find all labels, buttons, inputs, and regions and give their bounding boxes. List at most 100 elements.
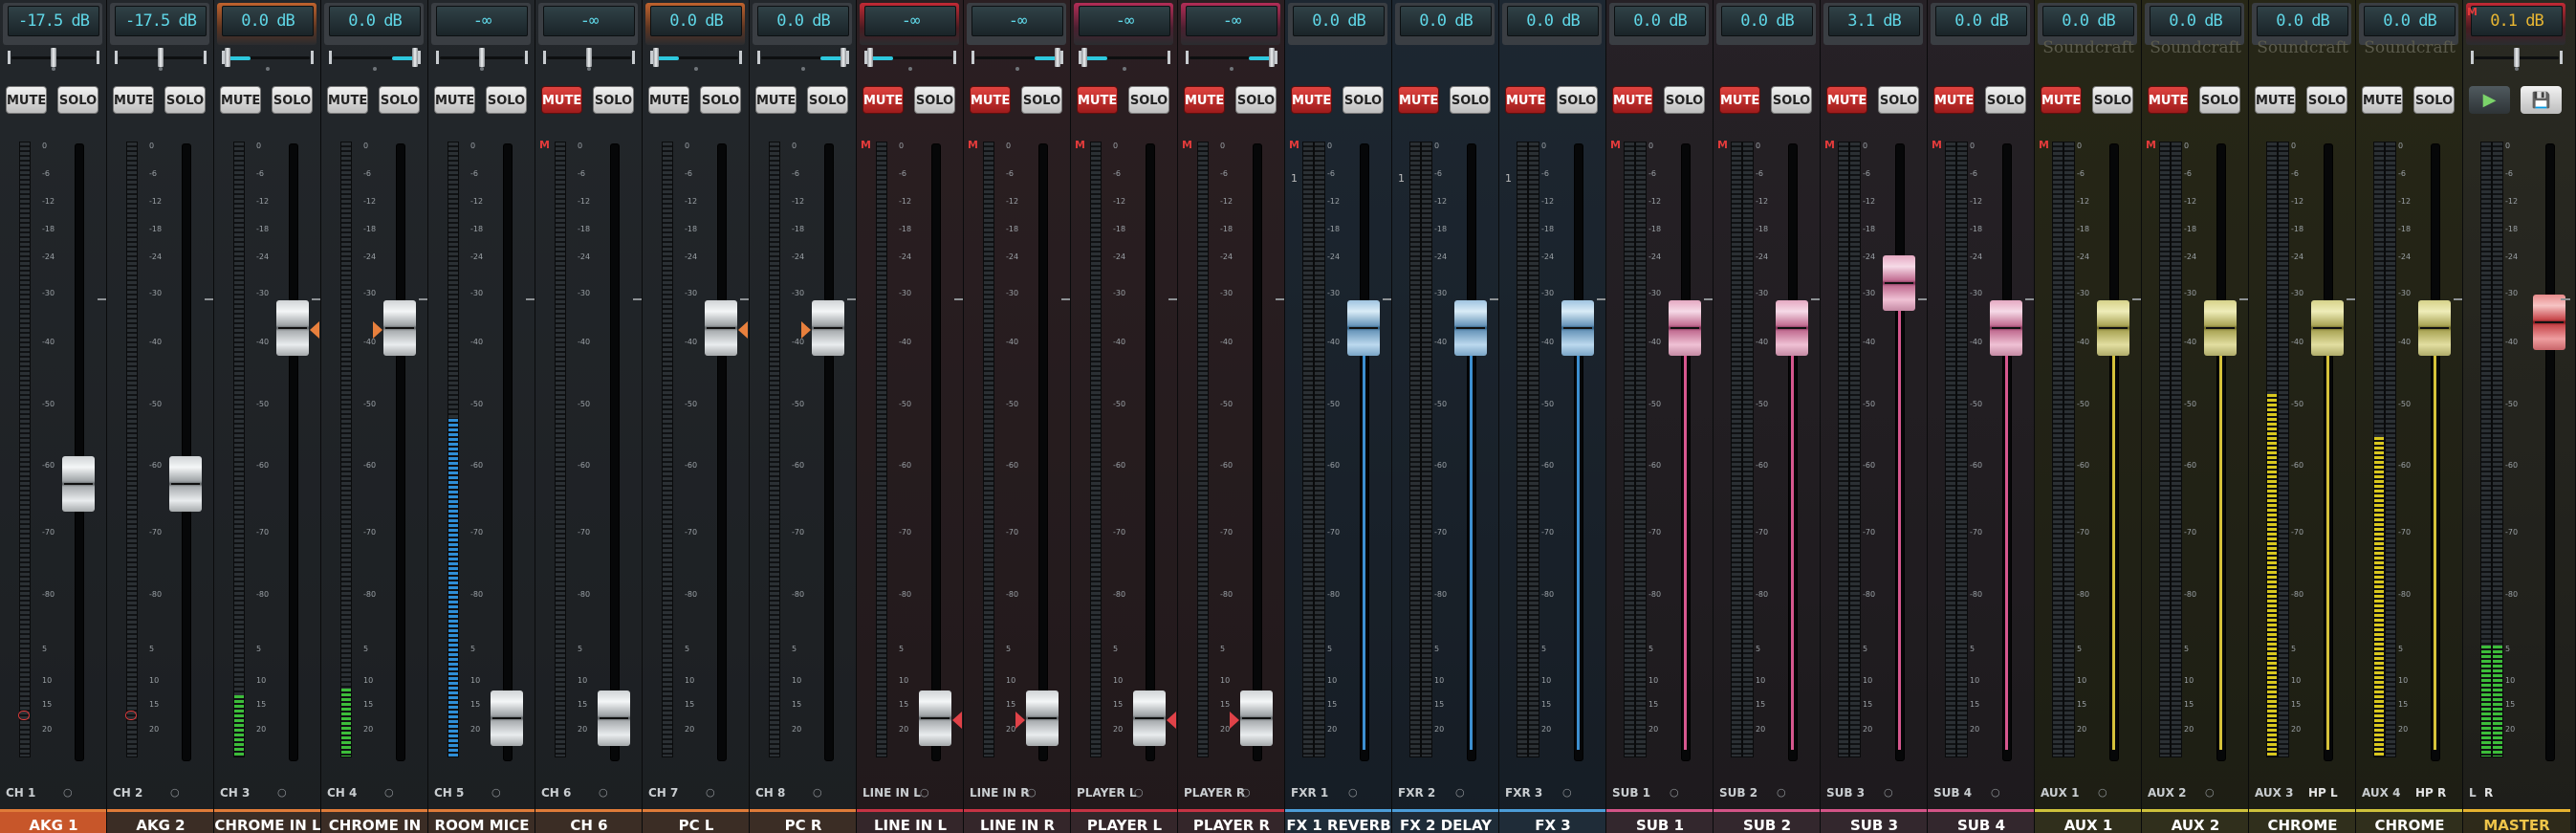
fader-cap[interactable] — [2204, 299, 2237, 356]
fader-cap[interactable] — [62, 456, 95, 513]
solo-button[interactable]: SOLO — [272, 86, 313, 114]
fader-cap[interactable] — [276, 299, 309, 356]
gain-display[interactable]: 0.0 dB — [1400, 6, 1492, 36]
channel-name[interactable]: LINE IN R — [964, 809, 1070, 833]
pan-knob[interactable] — [412, 48, 418, 67]
fader-track[interactable] — [182, 143, 191, 761]
fader-track[interactable] — [503, 143, 513, 761]
fader-cap[interactable] — [1883, 254, 1915, 311]
fader-track[interactable] — [289, 143, 298, 761]
gain-display[interactable]: -∞ — [971, 6, 1063, 36]
mute-button[interactable]: MUTE — [2148, 86, 2189, 114]
pan-knob[interactable] — [225, 48, 230, 67]
fader-track[interactable] — [717, 143, 727, 761]
mute-button[interactable]: MUTE — [1184, 86, 1225, 114]
fader-cap[interactable] — [1669, 299, 1701, 356]
channel-name[interactable]: CHROME IN L — [214, 809, 320, 833]
pan-slider[interactable] — [971, 48, 1063, 71]
gain-display[interactable]: 0.0 dB — [650, 6, 742, 36]
fader-cap[interactable] — [383, 299, 416, 356]
solo-button[interactable]: SOLO — [1450, 86, 1491, 114]
pan-knob[interactable] — [653, 48, 659, 67]
solo-button[interactable]: SOLO — [1771, 86, 1812, 114]
gain-display[interactable]: 0.0 dB — [1293, 6, 1385, 36]
pan-knob[interactable] — [51, 48, 56, 67]
fader-track[interactable] — [1253, 143, 1262, 761]
solo-button[interactable]: SOLO — [700, 86, 741, 114]
fader-cap[interactable] — [169, 456, 202, 513]
pan-knob[interactable] — [840, 48, 846, 67]
pan-slider[interactable] — [436, 48, 528, 71]
gain-display[interactable]: -17.5 dB — [8, 6, 99, 36]
solo-button[interactable]: SOLO — [1985, 86, 2026, 114]
fader-track[interactable] — [931, 143, 941, 761]
mute-button[interactable]: MUTE — [2041, 86, 2082, 114]
pan-slider[interactable] — [1186, 48, 1277, 71]
pan-knob[interactable] — [1269, 48, 1275, 67]
pan-knob[interactable] — [586, 48, 592, 67]
fader-cap[interactable] — [919, 691, 951, 747]
gain-display[interactable]: 0.0 dB — [222, 6, 314, 36]
channel-name[interactable]: ROOM MICE — [428, 809, 535, 833]
gain-display[interactable]: 3.1 dB — [1828, 6, 1920, 36]
save-button[interactable]: 💾 — [2521, 86, 2562, 114]
pan-slider[interactable] — [757, 48, 849, 71]
fader-cap[interactable] — [1990, 299, 2022, 356]
solo-button[interactable]: SOLO — [1235, 86, 1277, 114]
gain-display[interactable]: -∞ — [543, 6, 635, 36]
channel-name[interactable]: FX 1 REVERB — [1285, 809, 1391, 833]
solo-button[interactable]: SOLO — [2306, 86, 2347, 114]
solo-button[interactable]: SOLO — [807, 86, 848, 114]
channel-name[interactable]: PLAYER R — [1178, 809, 1284, 833]
gain-display[interactable]: -∞ — [1079, 6, 1170, 36]
mute-button[interactable]: MUTE — [2255, 86, 2296, 114]
mute-button[interactable]: MUTE — [220, 86, 261, 114]
channel-name[interactable]: PLAYER L — [1071, 809, 1177, 833]
pan-slider[interactable] — [1079, 48, 1170, 71]
channel-name[interactable]: FX 2 DELAY — [1392, 809, 1498, 833]
pan-slider[interactable] — [543, 48, 635, 71]
gain-display[interactable]: 0.0 dB — [2042, 6, 2134, 36]
channel-name[interactable]: CHROME OUT L — [2249, 809, 2355, 833]
gain-display[interactable]: 0.0 dB — [1614, 6, 1706, 36]
pan-slider[interactable] — [222, 48, 314, 71]
gain-display[interactable]: 0.0 dB — [2150, 6, 2241, 36]
fader-track[interactable] — [2545, 143, 2555, 761]
channel-name[interactable]: AKG 1 — [0, 809, 106, 833]
fader-cap[interactable] — [491, 691, 523, 747]
solo-button[interactable]: SOLO — [486, 86, 527, 114]
channel-name[interactable]: SUB 1 — [1606, 809, 1713, 833]
gain-display[interactable]: 0.0 dB — [1507, 6, 1599, 36]
fader-track[interactable] — [1146, 143, 1155, 761]
solo-button[interactable]: SOLO — [1021, 86, 1062, 114]
fader-cap[interactable] — [1776, 299, 1808, 356]
fader-cap[interactable] — [598, 691, 630, 747]
fader-cap[interactable] — [1347, 299, 1380, 356]
pan-knob[interactable] — [1055, 48, 1060, 67]
solo-button[interactable]: SOLO — [164, 86, 206, 114]
channel-name[interactable]: AUX 1 — [2035, 809, 2141, 833]
mute-button[interactable]: MUTE — [1505, 86, 1546, 114]
gain-display[interactable]: -∞ — [436, 6, 528, 36]
pan-slider[interactable] — [8, 48, 99, 71]
mute-button[interactable]: MUTE — [1398, 86, 1439, 114]
solo-button[interactable]: SOLO — [2092, 86, 2133, 114]
mute-button[interactable]: MUTE — [970, 86, 1011, 114]
pan-knob[interactable] — [158, 48, 164, 67]
channel-name[interactable]: SUB 3 — [1821, 809, 1927, 833]
solo-button[interactable]: SOLO — [1128, 86, 1169, 114]
mute-button[interactable]: MUTE — [1612, 86, 1653, 114]
fader-cap[interactable] — [1026, 691, 1059, 747]
mute-button[interactable]: MUTE — [1291, 86, 1332, 114]
channel-name[interactable]: CH 6 — [535, 809, 642, 833]
mute-button[interactable]: MUTE — [541, 86, 582, 114]
gain-display[interactable]: 0.0 dB — [329, 6, 421, 36]
solo-button[interactable]: SOLO — [593, 86, 634, 114]
gain-display[interactable]: -∞ — [1186, 6, 1277, 36]
channel-name[interactable]: PC R — [750, 809, 856, 833]
fader-track[interactable] — [824, 143, 834, 761]
mute-button[interactable]: MUTE — [1826, 86, 1867, 114]
channel-name[interactable]: AKG 2 — [107, 809, 213, 833]
pan-slider[interactable] — [329, 48, 421, 71]
fader-cap[interactable] — [1240, 691, 1273, 747]
